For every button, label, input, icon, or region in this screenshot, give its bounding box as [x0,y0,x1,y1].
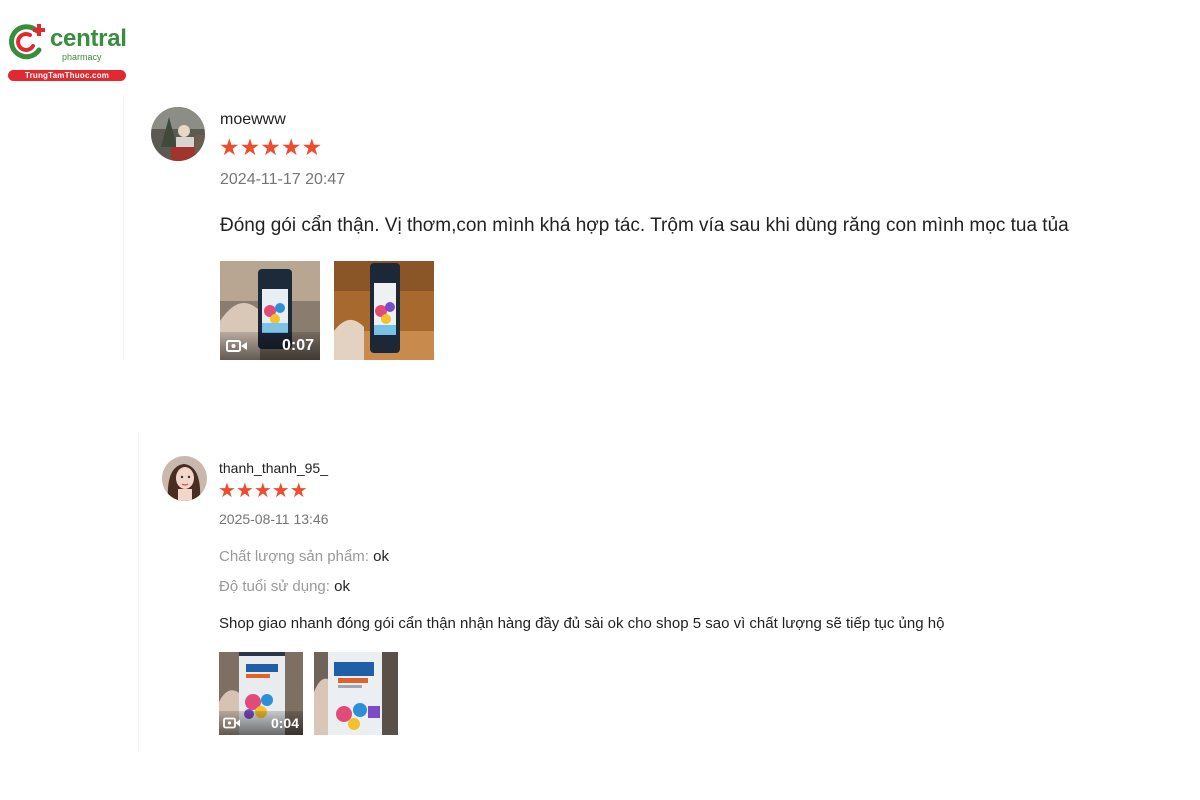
avatar[interactable] [151,107,205,161]
review-video-thumbnail[interactable]: 0:04 [219,652,303,735]
brand-subtitle: pharmacy [62,52,102,62]
review-comment: Đóng gói cẩn thận. Vị thơm,con mình khá … [220,215,1069,236]
star-rating-stars: ★★★★★ [218,480,308,502]
central-pharmacy-logo-icon [9,24,45,60]
video-camera-icon [223,717,240,729]
star-rating: ★★★★★ [218,481,308,501]
review-date: 2024-11-17 20:47 [220,171,346,188]
review-image-thumbnail[interactable] [314,652,398,735]
review-card: moewww ★★★★★ 2024-11-17 20:47 Đóng gói c… [123,95,1124,360]
review-image-thumbnail[interactable] [334,261,434,360]
review-video-thumbnail[interactable]: 0:07 [220,261,320,360]
reviewer-username[interactable]: thanh_thanh_95_ [219,460,328,476]
attribute-label: Chất lượng sản phẩm: [219,548,369,565]
star-rating-stars: ★★★★★ [219,134,323,160]
avatar[interactable] [162,456,207,501]
reviewer-username[interactable]: moewww [220,111,286,129]
brand-domain: TrungTamThuoc.com [8,70,126,81]
review-attribute-age: Độ tuổi sử dụng: ok [219,578,350,595]
brand-name: central [50,25,127,52]
review-card: thanh_thanh_95_ ★★★★★ 2025-08-11 13:46 C… [138,432,1139,752]
review-comment: Shop giao nhanh đóng gói cẩn thận nhận h… [219,615,945,632]
video-duration: 0:04 [270,715,299,731]
attribute-label: Độ tuổi sử dụng: [219,578,330,595]
star-rating: ★★★★★ [219,136,322,159]
attribute-value: ok [373,548,389,565]
video-overlay-bar: 0:07 [220,332,320,360]
review-date: 2025-08-11 13:46 [219,511,329,527]
brand-logo: central pharmacy TrungTamThuoc.com [6,22,128,82]
review-attribute-quality: Chất lượng sản phẩm: ok [219,548,389,565]
video-duration: 0:07 [281,337,314,354]
video-camera-icon [226,340,247,352]
attribute-value: ok [334,578,350,595]
video-overlay-bar: 0:04 [219,711,303,735]
